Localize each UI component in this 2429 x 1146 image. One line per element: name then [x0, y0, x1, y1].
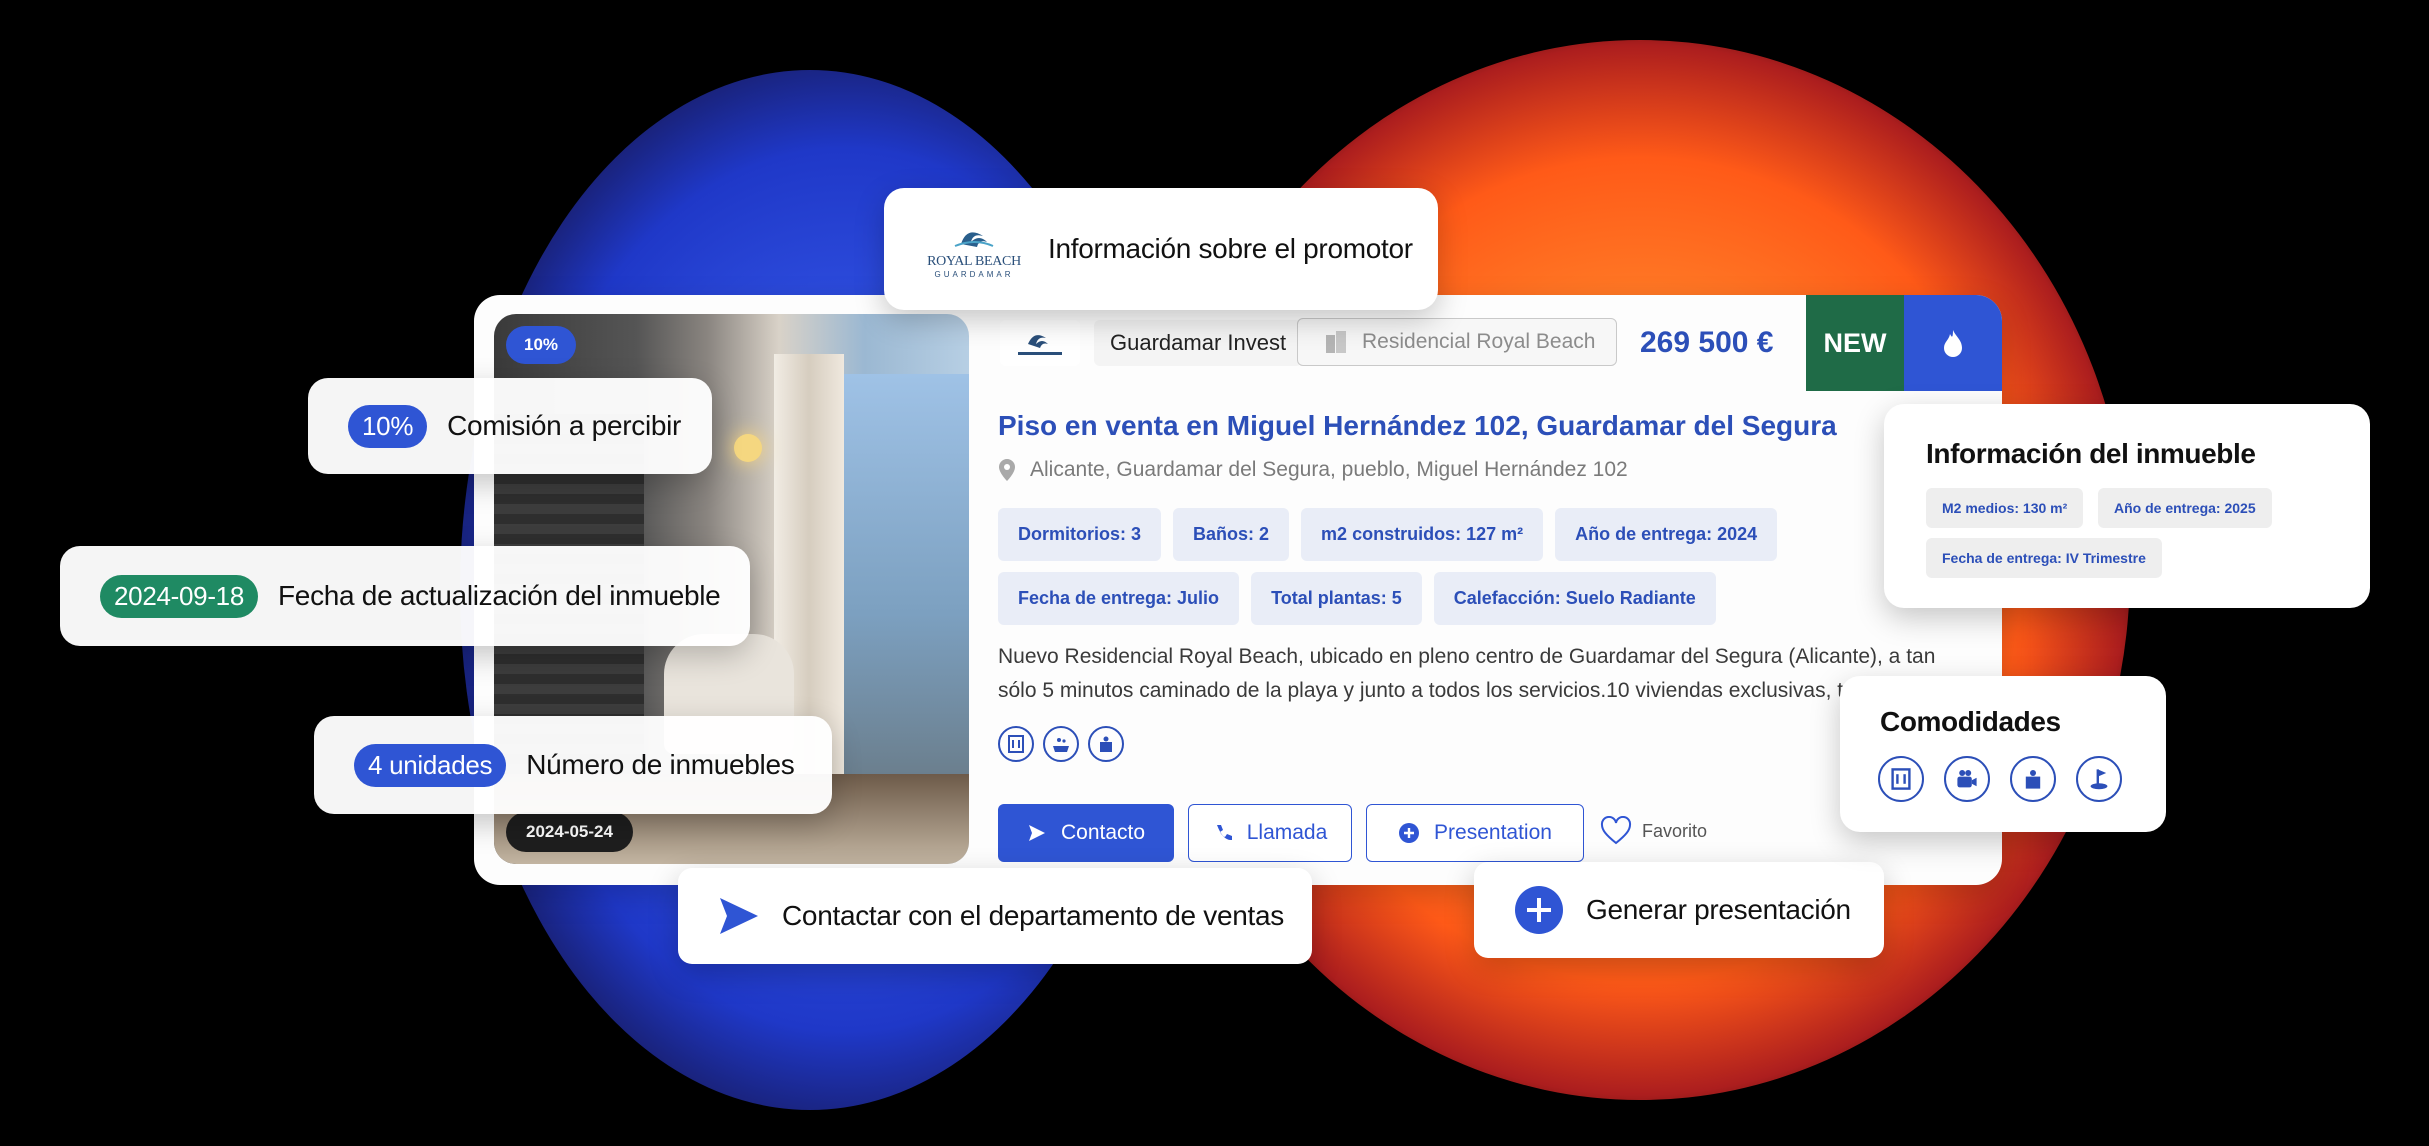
price: 269 500 € [1640, 326, 1774, 359]
phone-icon [1216, 825, 1232, 841]
building-icon [1326, 331, 1346, 353]
call-button[interactable]: Llamada [1188, 804, 1352, 862]
tag-dormitorios: Dormitorios: 3 [998, 508, 1162, 561]
update-date-value: 2024-09-18 [100, 574, 258, 618]
update-date-callout: 2024-09-18 Fecha de actualización del in… [60, 546, 750, 646]
call-label: Llamada [1246, 821, 1328, 844]
camera-icon [1944, 756, 1990, 802]
commission-callout: 10% Comisión a percibir [308, 378, 712, 474]
feature-tags-row-1: Dormitorios: 3 Baños: 2 m2 construidos: … [998, 508, 1978, 561]
elevator-icon [2010, 756, 2056, 802]
generate-presentation-callout[interactable]: Generar presentación [1474, 862, 1884, 958]
listing-title[interactable]: Piso en venta en Miguel Hernández 102, G… [998, 410, 1837, 442]
pool-icon [1043, 726, 1079, 762]
contact-label: Contacto [1060, 821, 1146, 844]
contact-sales-label: Contactar con el departamento de ventas [782, 900, 1284, 931]
tag-ano-entrega: Año de entrega: 2024 [1555, 508, 1778, 561]
info-tag-ano-entrega: Año de entrega: 2025 [2098, 488, 2272, 528]
presentation-button[interactable]: Presentation [1366, 804, 1584, 862]
presentation-label: Presentation [1434, 821, 1552, 844]
favorite-label: Favorito [1642, 820, 1708, 841]
tag-banos: Baños: 2 [1173, 508, 1290, 561]
new-badge: NEW [1806, 295, 1904, 391]
address-text: Alicante, Guardamar del Segura, pueblo, … [1030, 458, 1628, 481]
promoter-logo[interactable] [1000, 320, 1080, 366]
units-callout: 4 unidades Número de inmuebles [314, 716, 832, 814]
amenities-title: Comodidades [1880, 706, 2061, 737]
tag-m2: m2 construidos: 127 m² [1301, 508, 1544, 561]
tag-fecha-entrega: Fecha de entrega: Julio [998, 572, 1240, 625]
favorite-button[interactable]: Favorito [1600, 816, 1707, 846]
feature-tags-row-2: Fecha de entrega: Julio Total plantas: 5… [998, 572, 1978, 625]
amenities-card: Comodidades [1840, 676, 2166, 832]
commission-badge: 10% [506, 326, 577, 364]
property-info-card: Información del inmueble M2 medios: 130 … [1884, 404, 2370, 608]
contact-button[interactable]: Contacto [998, 804, 1174, 862]
tag-calefaccion: Calefacción: Suelo Radiante [1433, 572, 1716, 625]
generate-presentation-label: Generar presentación [1586, 894, 1851, 925]
property-info-title: Información del inmueble [1926, 438, 2256, 469]
update-date-label: Fecha de actualización del inmueble [278, 580, 721, 611]
heart-icon [1600, 816, 1632, 845]
send-icon [720, 898, 758, 934]
location-pin-icon [999, 459, 1015, 481]
building-icon [1878, 756, 1924, 802]
listing-address: Alicante, Guardamar del Segura, pueblo, … [998, 458, 1628, 482]
royal-beach-logo: ROYAL BEACH GUARDAMAR [924, 220, 1024, 279]
plus-circle-icon [1399, 823, 1420, 843]
commission-label: Comisión a percibir [447, 410, 682, 441]
contact-sales-callout[interactable]: Contactar con el departamento de ventas [678, 868, 1312, 964]
tag-total-plantas: Total plantas: 5 [1251, 572, 1422, 625]
promoter-info-callout[interactable]: ROYAL BEACH GUARDAMAR Información sobre … [884, 188, 1438, 310]
info-tag-m2: M2 medios: 130 m² [1926, 488, 2084, 528]
listing-amenities [998, 726, 1124, 762]
promoter-info-label: Información sobre el promotor [1048, 233, 1413, 264]
residencial-chip[interactable]: Residencial Royal Beach [1297, 318, 1617, 366]
send-icon [1028, 825, 1045, 841]
promoter-name[interactable]: Guardamar Invest [1094, 320, 1303, 366]
units-label: Número de inmuebles [526, 749, 795, 780]
amenities-icons [1878, 756, 2122, 802]
golf-icon [2076, 756, 2122, 802]
logo-text-main: ROYAL BEACH [927, 253, 1021, 269]
photo-date-badge: 2024-05-24 [506, 812, 633, 852]
commission-value: 10% [348, 404, 428, 448]
info-tag-fecha-entrega: Fecha de entrega: IV Trimestre [1926, 538, 2162, 578]
building-icon [998, 726, 1034, 762]
listing-description: Nuevo Residencial Royal Beach, ubicado e… [998, 645, 1936, 702]
residencial-label: Residencial Royal Beach [1362, 330, 1596, 353]
plus-circle-icon [1515, 886, 1563, 934]
flame-icon [1944, 330, 1962, 357]
hot-badge [1904, 295, 2002, 391]
units-value: 4 unidades [354, 743, 507, 787]
logo-text-sub: GUARDAMAR [934, 269, 1014, 279]
elevator-icon [1088, 726, 1124, 762]
